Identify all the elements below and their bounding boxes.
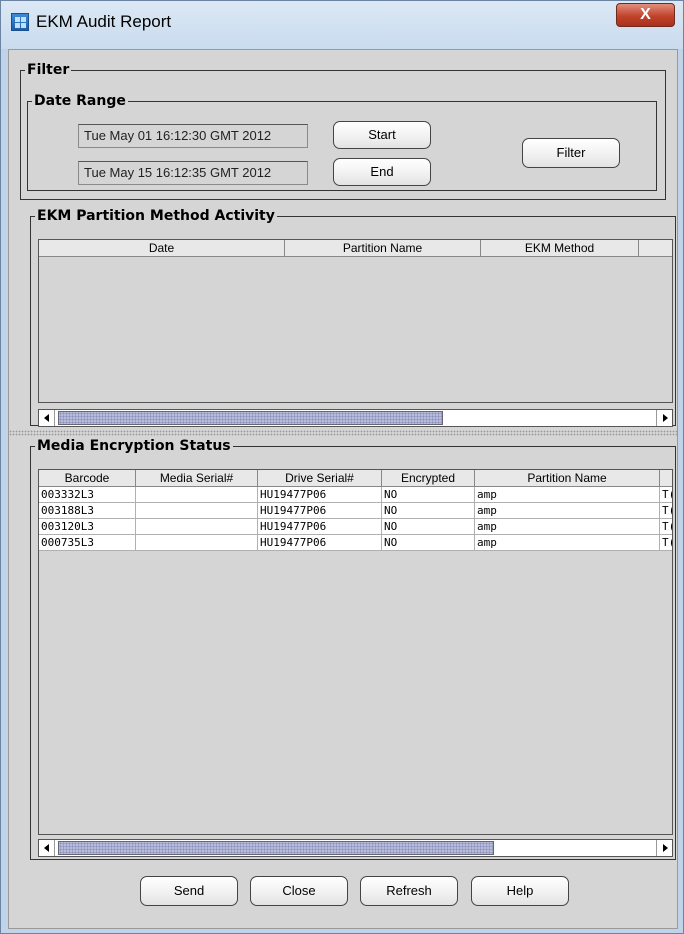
media-status-header: Barcode Media Serial# Drive Serial# Encr…	[39, 470, 672, 487]
scroll-right-button[interactable]	[656, 840, 672, 856]
title-bar[interactable]: EKM Audit Report X	[1, 1, 683, 49]
column-header-encrypted[interactable]: Encrypted	[382, 470, 475, 487]
partition-activity-header: Date Partition Name EKM Method L	[39, 240, 672, 257]
table-row[interactable]: 003188L3 HU19477P06 NO amp T(	[39, 503, 672, 519]
window-title: EKM Audit Report	[36, 12, 172, 31]
scroll-left-button[interactable]	[39, 840, 55, 856]
arrow-left-icon	[44, 844, 49, 852]
dialog-body: Filter Date Range Tue May 01 16:12:30 GM…	[8, 49, 678, 929]
column-header-media-serial[interactable]: Media Serial#	[136, 470, 258, 487]
partition-activity-title: EKM Partition Method Activity	[35, 207, 277, 225]
filter-group-title: Filter	[25, 61, 72, 79]
date-range-title: Date Range	[32, 92, 128, 110]
media-status-group: Media Encryption Status Barcode Media Se…	[30, 437, 676, 860]
drive-serial-cell: HU19477P06	[258, 535, 382, 551]
media-status-title: Media Encryption Status	[35, 437, 233, 455]
partition-activity-group: EKM Partition Method Activity Date Parti…	[30, 207, 676, 427]
column-header-ekm-method[interactable]: EKM Method	[481, 240, 639, 257]
partition-activity-scrollbar[interactable]	[38, 409, 673, 427]
extra-cell: T(	[660, 519, 672, 535]
partition-activity-table[interactable]: Date Partition Name EKM Method L	[38, 239, 673, 403]
drive-serial-cell: HU19477P06	[258, 487, 382, 503]
drive-serial-cell: HU19477P06	[258, 519, 382, 535]
scroll-thumb[interactable]	[58, 841, 494, 855]
partition-name-cell: amp	[475, 535, 660, 551]
encrypted-cell: NO	[382, 487, 475, 503]
table-row[interactable]: 003120L3 HU19477P06 NO amp T(	[39, 519, 672, 535]
barcode-cell: 003332L3	[39, 487, 136, 503]
barcode-cell: 003120L3	[39, 519, 136, 535]
media-serial-cell	[136, 503, 258, 519]
column-header-barcode[interactable]: Barcode	[39, 470, 136, 487]
splitter-handle[interactable]	[9, 430, 677, 436]
partition-name-cell: amp	[475, 519, 660, 535]
partition-name-cell: amp	[475, 487, 660, 503]
close-button[interactable]: Close	[250, 876, 348, 906]
column-header-extra[interactable]	[660, 470, 672, 487]
encrypted-cell: NO	[382, 535, 475, 551]
end-button[interactable]: End	[333, 158, 431, 186]
column-header-drive-serial[interactable]: Drive Serial#	[258, 470, 382, 487]
media-status-rows: 003332L3 HU19477P06 NO amp T( 003188L3 H…	[39, 487, 672, 551]
encrypted-cell: NO	[382, 503, 475, 519]
close-icon: X	[640, 6, 651, 23]
send-button[interactable]: Send	[140, 876, 238, 906]
media-serial-cell	[136, 487, 258, 503]
filter-group: Filter Date Range Tue May 01 16:12:30 GM…	[20, 61, 666, 200]
media-serial-cell	[136, 519, 258, 535]
table-row[interactable]: 000735L3 HU19477P06 NO amp T(	[39, 535, 672, 551]
arrow-right-icon	[663, 844, 668, 852]
start-date-field[interactable]: Tue May 01 16:12:30 GMT 2012	[78, 124, 308, 148]
table-row[interactable]: 003332L3 HU19477P06 NO amp T(	[39, 487, 672, 503]
column-header-l[interactable]: L	[639, 240, 672, 257]
media-status-table[interactable]: Barcode Media Serial# Drive Serial# Encr…	[38, 469, 673, 835]
help-button[interactable]: Help	[471, 876, 569, 906]
extra-cell: T(	[660, 535, 672, 551]
barcode-cell: 000735L3	[39, 535, 136, 551]
partition-name-cell: amp	[475, 503, 660, 519]
date-range-group: Date Range Tue May 01 16:12:30 GMT 2012 …	[27, 92, 657, 191]
extra-cell: T(	[660, 487, 672, 503]
app-window-icon	[11, 13, 29, 31]
scroll-left-button[interactable]	[39, 410, 55, 426]
scroll-right-button[interactable]	[656, 410, 672, 426]
column-header-partition-name[interactable]: Partition Name	[285, 240, 481, 257]
extra-cell: T(	[660, 503, 672, 519]
refresh-button[interactable]: Refresh	[360, 876, 458, 906]
drive-serial-cell: HU19477P06	[258, 503, 382, 519]
filter-button[interactable]: Filter	[522, 138, 620, 168]
close-window-button[interactable]: X	[616, 3, 675, 27]
arrow-right-icon	[663, 414, 668, 422]
ekm-audit-report-window: EKM Audit Report X Filter Date Range Tue…	[0, 0, 684, 934]
arrow-left-icon	[44, 414, 49, 422]
column-header-partition-name[interactable]: Partition Name	[475, 470, 660, 487]
encrypted-cell: NO	[382, 519, 475, 535]
column-header-date[interactable]: Date	[39, 240, 285, 257]
media-status-scrollbar[interactable]	[38, 839, 673, 857]
media-serial-cell	[136, 535, 258, 551]
end-date-field[interactable]: Tue May 15 16:12:35 GMT 2012	[78, 161, 308, 185]
start-button[interactable]: Start	[333, 121, 431, 149]
barcode-cell: 003188L3	[39, 503, 136, 519]
scroll-thumb[interactable]	[58, 411, 443, 425]
